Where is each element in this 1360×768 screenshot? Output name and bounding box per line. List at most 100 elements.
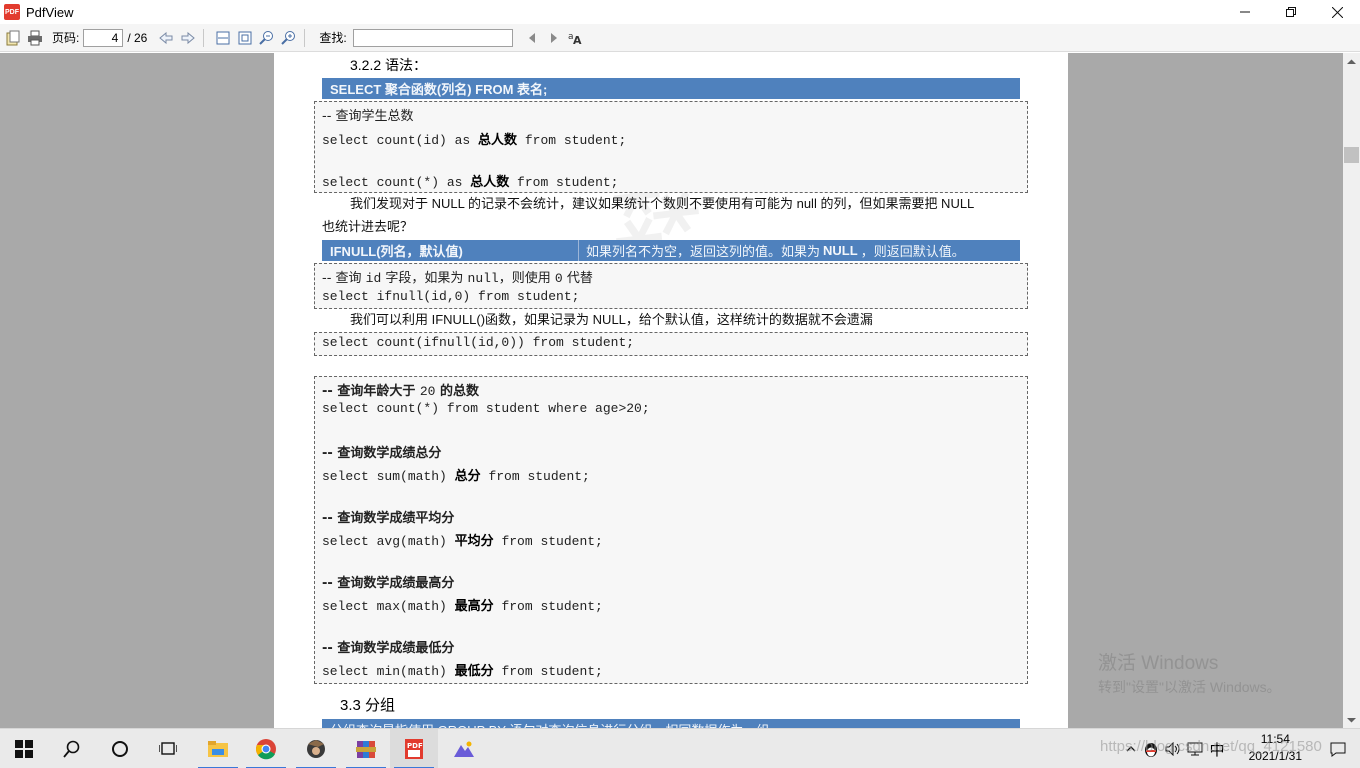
page-total: / 26 xyxy=(127,30,148,45)
ifnull-description: 如果列名不为空，返回这列的值。如果为 NULL ，则返回默认值。 xyxy=(578,240,965,261)
code-comment: -- 查询学生总数 xyxy=(322,109,414,124)
arrow-right-icon xyxy=(181,31,196,44)
svg-text:PDF: PDF xyxy=(407,742,423,750)
code-line: select sum(math) 总分 from student; xyxy=(322,469,590,484)
search-button[interactable] xyxy=(48,729,96,768)
mountain-photo-icon xyxy=(454,741,474,757)
restore-button[interactable] xyxy=(1268,0,1314,24)
open-file-icon xyxy=(6,30,20,45)
code-comment: -- 查询年龄大于 20 的总数 xyxy=(322,384,479,399)
chrome-icon xyxy=(256,739,276,760)
chevron-up-icon xyxy=(1347,59,1356,64)
code-line: select min(math) 最低分 from student; xyxy=(322,664,603,679)
match-case-button[interactable]: aA xyxy=(567,29,585,47)
restore-icon xyxy=(1286,7,1296,17)
code-box-count: -- 查询学生总数 select count(id) as 总人数 from s… xyxy=(314,101,1028,193)
paragraph-ifnull-note: 我们可以利用 IFNULL()函数，如果记录为 NULL，给个默认值，这样统计的… xyxy=(350,312,873,327)
page-number-input[interactable] xyxy=(83,28,124,47)
csdn-url-watermark: https://blog.csdn.net/qq_4121580 xyxy=(1100,738,1322,755)
find-label: 查找: xyxy=(319,31,347,45)
scroll-up-arrow[interactable] xyxy=(1343,53,1360,70)
toolbar-separator xyxy=(304,28,306,47)
find-next-button[interactable] xyxy=(545,29,563,47)
windows-activation-notice: 激活 Windows 转到"设置"以激活 Windows。 xyxy=(1098,648,1281,697)
zoom-out-button[interactable] xyxy=(258,29,276,47)
document-viewer[interactable]: ⁂ 3.2.2 语法： SELECT 聚合函数(列名) FROM 表名; -- … xyxy=(0,53,1343,728)
fit-page-button[interactable] xyxy=(236,29,254,47)
open-file-button[interactable] xyxy=(4,29,22,47)
taskbar-app-game[interactable] xyxy=(292,729,340,768)
code-comment: -- 查询数学成绩最低分 xyxy=(322,641,455,656)
window-title: PdfView xyxy=(26,4,74,20)
vertical-scrollbar[interactable] xyxy=(1343,53,1360,728)
syntax-bar: SELECT 聚合函数(列名) FROM 表名; xyxy=(322,78,1020,99)
fit-page-icon xyxy=(238,31,252,44)
scroll-thumb[interactable] xyxy=(1344,147,1359,163)
print-button[interactable] xyxy=(26,29,44,47)
printer-icon xyxy=(28,30,42,45)
previous-page-button[interactable] xyxy=(157,29,175,47)
game-character-icon xyxy=(307,740,325,758)
taskbar-file-explorer[interactable] xyxy=(194,729,242,768)
next-page-button[interactable] xyxy=(179,29,197,47)
fit-width-icon xyxy=(216,31,230,44)
chevron-down-icon xyxy=(1347,717,1356,722)
notification-icon xyxy=(1330,742,1346,757)
code-box-count-ifnull: select count(ifnull(id,0)) from student; xyxy=(314,332,1028,356)
triangle-left-icon xyxy=(528,32,535,43)
zoom-in-icon xyxy=(281,30,296,45)
find-input[interactable] xyxy=(352,28,513,47)
zoom-in-button[interactable] xyxy=(280,29,298,47)
activation-subtitle: 转到"设置"以激活 Windows。 xyxy=(1098,679,1281,695)
taskbar-pdfview[interactable]: PDF xyxy=(390,729,438,768)
folder-icon xyxy=(208,741,228,757)
section-heading-322: 3.2.2 语法： xyxy=(350,57,428,73)
code-line: select count(*) from student where age>2… xyxy=(322,401,650,416)
ifnull-bar: IFNULL(列名，默认值) 如果列名不为空，返回这列的值。如果为 NULL ，则返… xyxy=(322,240,1020,261)
page-label: 页码: xyxy=(52,31,80,45)
archive-books-icon xyxy=(356,741,376,758)
match-case-icon: aA xyxy=(568,32,582,46)
code-line: select count(id) as 总人数 from student; xyxy=(322,133,627,148)
scroll-down-arrow[interactable] xyxy=(1343,711,1360,728)
search-icon xyxy=(63,740,80,758)
group-by-text: 分组查询是指使用 GROUP BY 语句对查询信息进行分组，相同数据作为一组 xyxy=(330,720,769,728)
minimize-icon xyxy=(1240,11,1250,13)
code-comment: -- 查询数学成绩最高分 xyxy=(322,576,455,591)
paragraph-null-note-cont: 也统计进去呢？ xyxy=(322,219,414,234)
windows-logo-icon xyxy=(15,740,33,758)
section-heading-33: 3.3 分组 xyxy=(340,697,396,714)
fit-width-button[interactable] xyxy=(214,29,232,47)
close-button[interactable] xyxy=(1314,0,1360,24)
minimize-button[interactable] xyxy=(1222,0,1268,24)
toolbar: 页码: / 26 查找: aA xyxy=(0,24,1360,52)
notification-center-button[interactable] xyxy=(1316,729,1360,768)
cortana-button[interactable] xyxy=(96,729,144,768)
arrow-left-icon xyxy=(159,31,173,44)
code-line: select count(*) as 总人数 from student; xyxy=(322,175,619,190)
code-box-aggregates: -- 查询年龄大于 20 的总数 select count(*) from st… xyxy=(314,376,1028,684)
zoom-out-icon xyxy=(259,30,274,45)
code-comment: -- 查询 id 字段，如果为 null，则使用 0 代替 xyxy=(322,271,593,286)
code-box-ifnull: -- 查询 id 字段，如果为 null，则使用 0 代替 select ifn… xyxy=(314,263,1028,309)
find-previous-button[interactable] xyxy=(523,29,541,47)
taskbar-archive-app[interactable] xyxy=(342,729,390,768)
code-line: select avg(math) 平均分 from student; xyxy=(322,534,603,549)
window-controls xyxy=(1222,0,1360,24)
pdf-app-icon: PDF xyxy=(4,4,20,20)
code-line: select count(ifnull(id,0)) from student; xyxy=(322,335,635,350)
svg-text:A: A xyxy=(573,34,582,46)
taskbar-chrome[interactable] xyxy=(242,729,290,768)
pdf-page: ⁂ 3.2.2 语法： SELECT 聚合函数(列名) FROM 表名; -- … xyxy=(274,53,1068,728)
start-button[interactable] xyxy=(0,729,48,768)
activation-title: 激活 Windows xyxy=(1098,653,1219,674)
cortana-circle-icon xyxy=(112,741,128,757)
title-bar: PDF PdfView xyxy=(0,0,1360,24)
code-line: select max(math) 最高分 from student; xyxy=(322,599,603,614)
taskbar-photos-app[interactable] xyxy=(440,729,488,768)
ifnull-syntax: IFNULL(列名，默认值) xyxy=(330,244,463,259)
toolbar-separator xyxy=(203,28,205,47)
task-view-button[interactable] xyxy=(144,729,192,768)
triangle-right-icon xyxy=(550,32,557,43)
pdf-file-icon: PDF xyxy=(405,739,423,759)
